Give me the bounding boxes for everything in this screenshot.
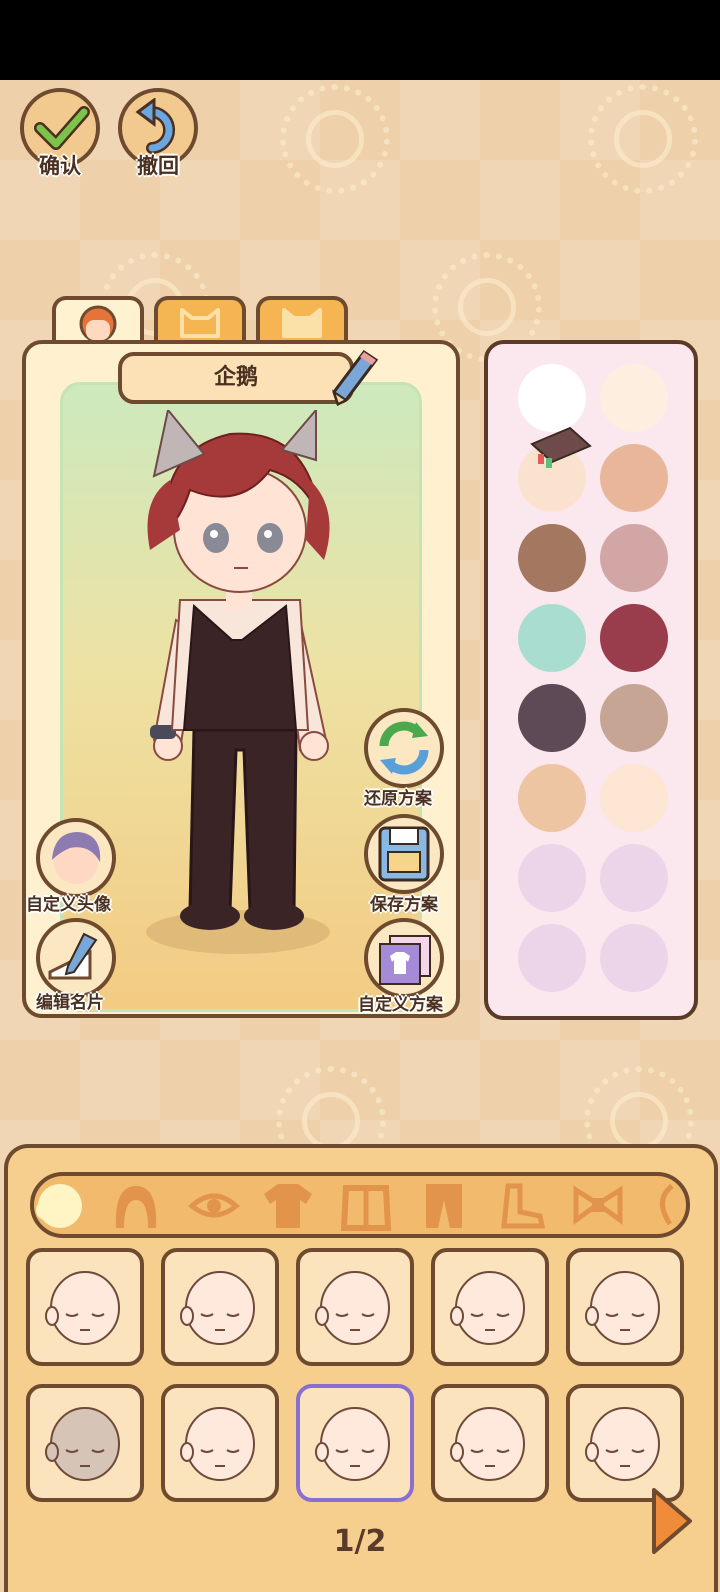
color-swatch[interactable]	[518, 604, 586, 672]
face-item[interactable]	[431, 1384, 549, 1502]
save-outfit-label: 保存方案	[370, 895, 438, 915]
color-swatch[interactable]	[518, 524, 586, 592]
character-name-plate[interactable]: 企鹅	[118, 352, 354, 404]
tab-pet-1[interactable]	[154, 296, 246, 346]
card-pencil-icon	[48, 932, 98, 980]
color-swatch[interactable]	[600, 764, 668, 832]
restore-outfit-button[interactable]	[364, 708, 444, 788]
face-preview-icon	[585, 1407, 660, 1481]
color-swatch[interactable]	[600, 924, 668, 992]
face-preview-icon	[180, 1271, 255, 1345]
avatar-icon	[52, 832, 101, 884]
accessory-icon[interactable]	[652, 1180, 682, 1232]
floppy-disk-icon	[378, 826, 430, 882]
cat-face-icon	[282, 308, 322, 338]
face-item[interactable]	[566, 1384, 684, 1502]
color-swatch[interactable]	[600, 364, 668, 432]
face-item[interactable]	[566, 1248, 684, 1366]
custom-outfit-label: 自定义方案	[358, 995, 443, 1015]
custom-avatar-label: 自定义头像	[26, 895, 111, 915]
undo-label: 撤回	[137, 154, 179, 178]
paint-bucket-icon[interactable]	[526, 420, 596, 478]
hair-icon[interactable]	[108, 1180, 164, 1232]
face-preview-icon	[45, 1407, 120, 1481]
tab-pet-2[interactable]	[256, 296, 348, 346]
edit-card-label: 编辑名片	[36, 993, 104, 1013]
face-preview-icon	[315, 1271, 390, 1345]
page-indicator: 1/2	[333, 1524, 387, 1559]
bow-icon[interactable]	[570, 1180, 626, 1232]
custom-avatar-button[interactable]	[36, 818, 116, 898]
color-swatch[interactable]	[600, 444, 668, 512]
face-item[interactable]	[431, 1248, 549, 1366]
shoe-icon[interactable]	[494, 1180, 550, 1232]
color-swatch[interactable]	[600, 604, 668, 672]
face-preview-icon	[450, 1271, 525, 1345]
confirm-label: 确认	[39, 154, 81, 178]
character-figure[interactable]	[110, 410, 370, 970]
refresh-icon	[379, 721, 429, 775]
coat-icon[interactable]	[338, 1180, 394, 1232]
face-item[interactable]	[26, 1384, 144, 1502]
face-preview-icon	[585, 1271, 660, 1345]
pants-icon[interactable]	[416, 1180, 472, 1232]
color-swatch[interactable]	[600, 844, 668, 912]
color-swatch[interactable]	[600, 524, 668, 592]
color-swatch[interactable]	[518, 844, 586, 912]
pencil-icon[interactable]	[330, 346, 380, 410]
face-item[interactable]	[161, 1248, 279, 1366]
face-preview-icon	[45, 1271, 120, 1345]
save-outfit-button[interactable]	[364, 814, 444, 894]
face-item[interactable]	[26, 1248, 144, 1366]
color-swatch[interactable]	[518, 924, 586, 992]
eye-icon[interactable]	[186, 1180, 242, 1232]
color-swatch[interactable]	[518, 764, 586, 832]
face-preview-icon	[180, 1407, 255, 1481]
custom-outfit-button[interactable]	[364, 918, 444, 998]
shirt-icon[interactable]	[260, 1180, 316, 1232]
face-preview-icon	[450, 1407, 525, 1481]
face-icon[interactable]	[32, 1180, 88, 1232]
face-preview-icon	[315, 1407, 390, 1481]
next-page-arrow[interactable]	[648, 1486, 696, 1556]
color-swatch[interactable]	[600, 684, 668, 752]
restore-outfit-label: 还原方案	[364, 789, 432, 809]
face-item[interactable]	[296, 1248, 414, 1366]
status-bar	[0, 0, 720, 80]
face-item[interactable]	[161, 1384, 279, 1502]
clothes-cards-icon	[379, 935, 431, 985]
sun-decoration	[588, 84, 698, 194]
color-swatch[interactable]	[518, 684, 586, 752]
checkmark-icon	[34, 106, 90, 150]
sun-decoration	[280, 84, 390, 194]
cat-face-icon	[180, 308, 220, 338]
edit-card-button[interactable]	[36, 918, 116, 998]
face-item[interactable]	[296, 1384, 414, 1502]
character-name: 企鹅	[213, 365, 258, 390]
